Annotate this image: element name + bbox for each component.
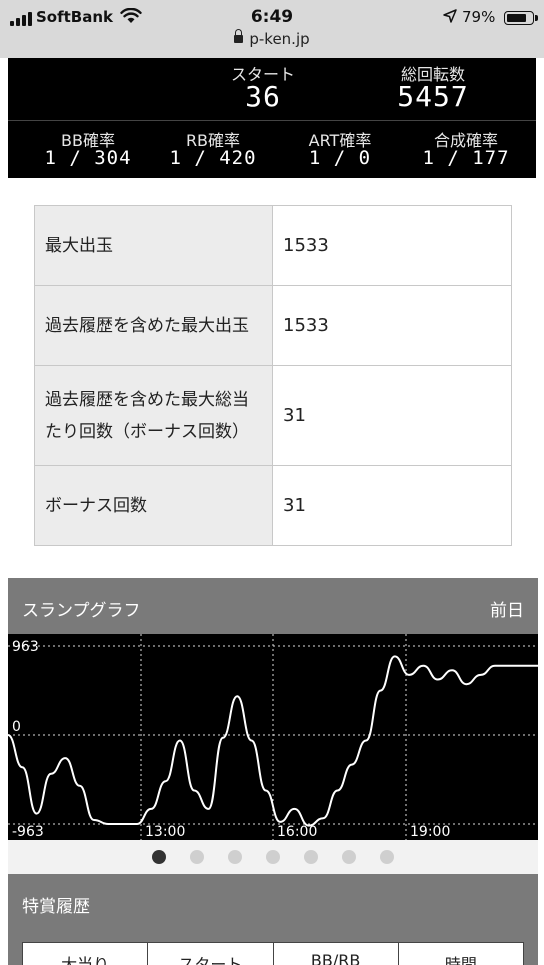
table-row: 過去履歴を含めた最大出玉 1533 xyxy=(34,285,512,366)
carousel-dot[interactable] xyxy=(190,850,204,864)
x-tick-label: 19:00 xyxy=(410,824,450,840)
location-arrow-icon xyxy=(443,9,457,23)
graph-title: スランプグラフ xyxy=(22,601,141,621)
address-bar[interactable]: p-ken.jp xyxy=(0,29,544,48)
counter-divider xyxy=(8,120,536,121)
stat-value: 1533 xyxy=(272,205,512,286)
stats-table: 最大出玉 1533 過去履歴を含めた最大出玉 1533 過去履歴を含めた最大総当… xyxy=(34,205,512,546)
slump-graph[interactable]: 963 0 -963 13:00 16:00 19:00 xyxy=(7,634,538,840)
slump-graph-card: スランプグラフ 前日 963 0 -963 13:00 16:00 19:00 xyxy=(7,578,538,874)
status-bar: SoftBank 6:49 79% p-ken.jp xyxy=(0,0,544,58)
column-header: BB/RB xyxy=(274,943,399,965)
history-table-header: 大当り スタート BB/RB 時間 xyxy=(22,942,524,965)
bb-rate-value: 1 / 304 xyxy=(44,147,132,169)
x-tick-label: 13:00 xyxy=(145,824,185,840)
total-spins-value: 5457 xyxy=(397,80,469,113)
y-tick-label: -963 xyxy=(12,824,44,840)
slump-chart: 963 0 -963 13:00 16:00 19:00 xyxy=(7,634,538,840)
column-header: 時間 xyxy=(444,955,477,965)
combined-rate-value: 1 / 177 xyxy=(422,147,510,169)
counter-panel: スタート 36 総回転数 5457 BB確率 1 / 304 RB確率 1 / … xyxy=(8,58,536,178)
x-tick-label: 16:00 xyxy=(277,824,317,840)
stat-key: 最大出玉 xyxy=(34,205,273,286)
stat-key: 過去履歴を含めた最大出玉 xyxy=(34,285,273,366)
stat-key: ボーナス回数 xyxy=(34,465,273,546)
art-rate-value: 1 / 0 xyxy=(308,147,372,169)
y-tick-label: 0 xyxy=(12,719,21,735)
history-section: 特賞履歴 大当り スタート BB/RB 時間 xyxy=(8,874,538,965)
battery-icon xyxy=(504,11,538,25)
carousel-dot[interactable] xyxy=(266,850,280,864)
column-header: スタート xyxy=(148,943,274,965)
table-row: 過去履歴を含めた最大総当たり回数（ボーナス回数） 31 xyxy=(34,365,512,466)
url-text: p-ken.jp xyxy=(249,30,310,48)
history-title: 特賞履歴 xyxy=(22,897,90,917)
stat-key: 過去履歴を含めた最大総当たり回数（ボーナス回数） xyxy=(34,365,273,466)
table-row: 最大出玉 1533 xyxy=(34,205,512,286)
carousel-dot[interactable] xyxy=(228,850,242,864)
table-row: ボーナス回数 31 xyxy=(34,465,512,546)
battery-percent: 79% xyxy=(462,8,496,26)
stat-value: 31 xyxy=(272,365,512,466)
lock-icon xyxy=(234,29,244,43)
carousel-dots xyxy=(8,840,538,874)
graph-header: スランプグラフ 前日 xyxy=(8,578,538,634)
rb-rate-value: 1 / 420 xyxy=(169,147,257,169)
previous-day-link[interactable]: 前日 xyxy=(490,596,524,621)
carousel-dot[interactable] xyxy=(304,850,318,864)
y-tick-label: 963 xyxy=(12,639,39,655)
start-value: 36 xyxy=(245,80,281,113)
stat-value: 31 xyxy=(272,465,512,546)
carousel-dot[interactable] xyxy=(380,850,394,864)
carousel-dot[interactable] xyxy=(342,850,356,864)
carousel-dot[interactable] xyxy=(152,850,166,864)
stat-value: 1533 xyxy=(272,285,512,366)
column-header: 大当り xyxy=(23,943,149,965)
